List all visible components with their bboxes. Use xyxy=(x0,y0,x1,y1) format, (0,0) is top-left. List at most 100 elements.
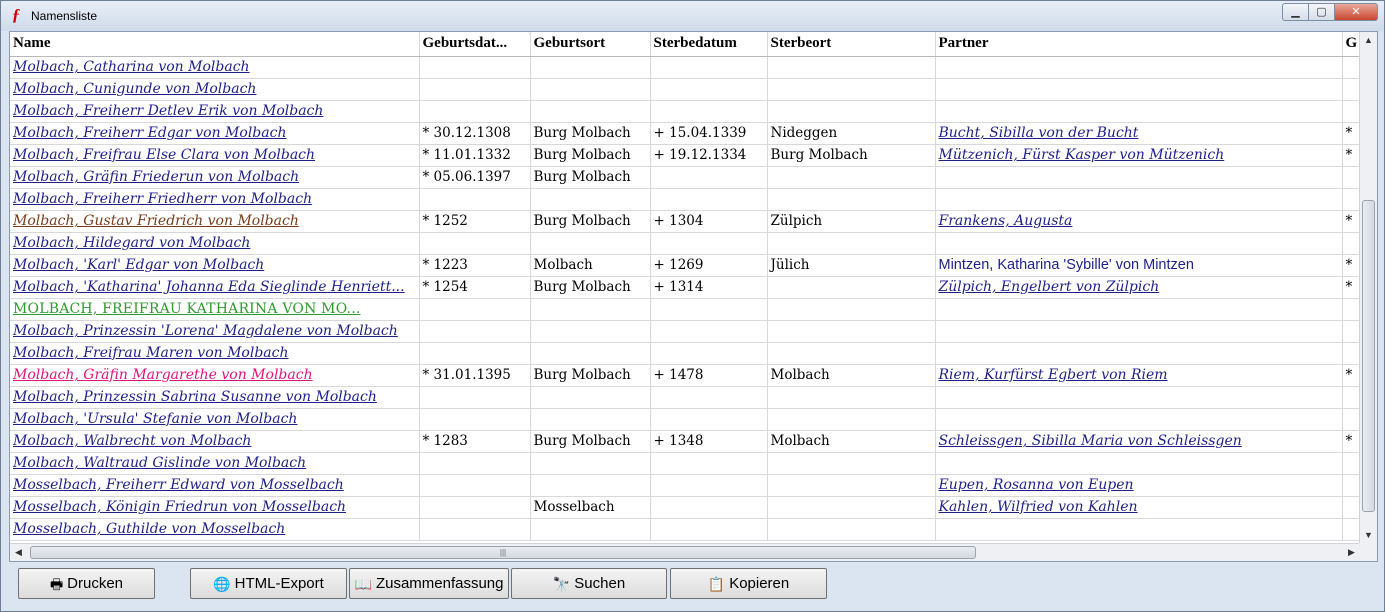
search-button[interactable]: 🔭 Suchen xyxy=(511,568,667,599)
table-row[interactable]: Molbach, 'Ursula' Stefanie von Molbach xyxy=(10,408,1360,431)
name-cell: Mosselbach, Guthilde von Mosselbach xyxy=(10,518,420,541)
table-row[interactable]: Molbach, Gustav Friedrich von Molbach * 1… xyxy=(10,210,1360,233)
partner-cell xyxy=(935,298,1343,321)
partner-name-link[interactable]: Zülpich, Engelbert von Zülpich xyxy=(939,279,1160,295)
table-row[interactable]: MOLBACH, FREIFRAU KATHARINA VON MO... xyxy=(10,298,1360,321)
table-row[interactable]: Molbach, Freiherr Friedherr von Molbach xyxy=(10,188,1360,211)
person-name-link[interactable]: Molbach, Catharina von Molbach xyxy=(13,59,250,75)
horizontal-scroll-thumb[interactable]: ||| xyxy=(30,546,976,559)
column-header-death-place[interactable]: Sterbeort xyxy=(767,32,936,57)
summary-button[interactable]: 📖 Zusammenfassung xyxy=(349,568,509,599)
death-cell xyxy=(650,166,768,189)
table-row[interactable]: Molbach, Freiherr Detlev Erik von Molbac… xyxy=(10,100,1360,123)
person-name-link[interactable]: Molbach, 'Katharina' Johanna Eda Sieglin… xyxy=(13,279,405,295)
death-cell xyxy=(650,100,768,123)
person-name-link[interactable]: Molbach, Prinzessin 'Lorena' Magdalene v… xyxy=(13,323,398,339)
birth-cell: * 1252 xyxy=(419,210,531,233)
table-row[interactable]: Molbach, Hildegard von Molbach xyxy=(10,232,1360,255)
table-row[interactable]: Molbach, Prinzessin Sabrina Susanne von … xyxy=(10,386,1360,409)
death-cell xyxy=(650,496,768,519)
person-name-link[interactable]: Molbach, Gustav Friedrich von Molbach xyxy=(13,213,299,229)
person-name-link[interactable]: Molbach, Freiherr Detlev Erik von Molbac… xyxy=(13,103,323,119)
table-row[interactable]: Molbach, Freifrau Else Clara von Molbach… xyxy=(10,144,1360,167)
table-row[interactable]: Molbach, 'Katharina' Johanna Eda Sieglin… xyxy=(10,276,1360,299)
column-header-name[interactable]: Name xyxy=(10,32,420,57)
deathplace-cell: Molbach xyxy=(767,430,936,453)
table-row[interactable]: Molbach, Gräfin Friederun von Molbach * 0… xyxy=(10,166,1360,189)
birthplace-cell: Burg Molbach xyxy=(530,430,651,453)
person-name-link[interactable]: Molbach, 'Karl' Edgar von Molbach xyxy=(13,257,264,273)
name-cell: Molbach, Freifrau Maren von Molbach xyxy=(10,342,420,365)
partner-name-link[interactable]: Kahlen, Wilfried von Kahlen xyxy=(939,499,1138,515)
column-header-death-date[interactable]: Sterbedatum xyxy=(650,32,768,57)
death-cell: + 1314 xyxy=(650,276,768,299)
name-cell: Molbach, Cunigunde von Molbach xyxy=(10,78,420,101)
close-button[interactable]: ✕ xyxy=(1334,3,1378,21)
person-name-link[interactable]: Molbach, Walbrecht von Molbach xyxy=(13,433,251,449)
copy-button[interactable]: 📋 Kopieren xyxy=(670,568,827,599)
person-name-link[interactable]: Molbach, Freiherr Edgar von Molbach xyxy=(13,125,286,141)
person-name-link[interactable]: Molbach, Cunigunde von Molbach xyxy=(13,81,256,97)
table-row[interactable]: Molbach, Walbrecht von Molbach * 1283 Burg… xyxy=(10,430,1360,453)
death-cell xyxy=(650,56,768,79)
partner-name-link[interactable]: Bucht, Sibilla von der Bucht xyxy=(939,125,1139,141)
partner-name-link[interactable]: Mützenich, Fürst Kasper von Mützenich xyxy=(939,147,1225,163)
person-name-link[interactable]: Mosselbach, Freiherr Edward von Mosselba… xyxy=(13,477,344,493)
partner-name-link[interactable]: Eupen, Rosanna von Eupen xyxy=(939,477,1134,493)
name-cell: Mosselbach, Freiherr Edward von Mosselba… xyxy=(10,474,420,497)
table-row[interactable]: Molbach, Prinzessin 'Lorena' Magdalene v… xyxy=(10,320,1360,343)
maximize-button[interactable]: ▢ xyxy=(1308,3,1334,21)
title-bar[interactable]: ƒ Namensliste ▁ ▢ ✕ xyxy=(1,1,1384,31)
deathplace-cell xyxy=(767,298,936,321)
birthplace-cell: Burg Molbach xyxy=(530,166,651,189)
column-header-extra[interactable]: G xyxy=(1342,32,1360,57)
column-header-partner[interactable]: Partner xyxy=(935,32,1343,57)
scroll-up-icon[interactable]: ▲ xyxy=(1360,32,1377,49)
print-button[interactable]: 🖶 Drucken xyxy=(18,568,155,599)
birthplace-cell xyxy=(530,78,651,101)
person-name-link[interactable]: MOLBACH, FREIFRAU KATHARINA VON MO... xyxy=(13,301,361,317)
scroll-left-icon[interactable]: ◀ xyxy=(10,544,27,561)
person-name-link[interactable]: Mosselbach, Guthilde von Mosselbach xyxy=(13,521,285,537)
horizontal-scrollbar[interactable]: ◀ ||| ▶ xyxy=(10,543,1360,561)
scroll-down-icon[interactable]: ▼ xyxy=(1360,527,1377,544)
table-row[interactable]: Molbach, Waltraud Gislinde von Molbach xyxy=(10,452,1360,475)
table-row[interactable]: Molbach, Gräfin Margarethe von Molbach * … xyxy=(10,364,1360,387)
table-row[interactable]: Molbach, Cunigunde von Molbach xyxy=(10,78,1360,101)
person-name-link[interactable]: Molbach, Gräfin Friederun von Molbach xyxy=(13,169,299,185)
column-header-birth-place[interactable]: Geburtsort xyxy=(530,32,651,57)
partner-name-link[interactable]: Frankens, Augusta xyxy=(939,213,1073,229)
table-row[interactable]: Mosselbach, Guthilde von Mosselbach xyxy=(10,518,1360,541)
person-name-link[interactable]: Mosselbach, Königin Friedrun von Mosselb… xyxy=(13,499,346,515)
column-header-birth-date[interactable]: Geburtsdat... xyxy=(419,32,531,57)
table-row[interactable]: Mosselbach, Freiherr Edward von Mosselba… xyxy=(10,474,1360,497)
table-row[interactable]: Molbach, Catharina von Molbach xyxy=(10,56,1360,79)
person-name-link[interactable]: Molbach, Prinzessin Sabrina Susanne von … xyxy=(13,389,377,405)
deathplace-cell xyxy=(767,320,936,343)
table-row[interactable]: Molbach, Freiherr Edgar von Molbach * 30.… xyxy=(10,122,1360,145)
partner-name-link[interactable]: Riem, Kurfürst Egbert von Riem xyxy=(939,367,1168,383)
person-name-link[interactable]: Molbach, Freiherr Friedherr von Molbach xyxy=(13,191,312,207)
vertical-scroll-thumb[interactable] xyxy=(1362,200,1375,512)
partner-name-link[interactable]: Schleissgen, Sibilla Maria von Schleissg… xyxy=(939,433,1242,449)
scroll-right-icon[interactable]: ▶ xyxy=(1343,544,1360,561)
person-name-link[interactable]: Molbach, Hildegard von Molbach xyxy=(13,235,250,251)
birth-cell xyxy=(419,496,531,519)
person-name-link[interactable]: Molbach, Freifrau Else Clara von Molbach xyxy=(13,147,315,163)
table-row[interactable]: Molbach, 'Karl' Edgar von Molbach * 1223 M… xyxy=(10,254,1360,277)
name-cell: Molbach, 'Katharina' Johanna Eda Sieglin… xyxy=(10,276,420,299)
person-name-link[interactable]: Molbach, Waltraud Gislinde von Molbach xyxy=(13,455,306,471)
table-row[interactable]: Mosselbach, Königin Friedrun von Mosselb… xyxy=(10,496,1360,519)
extra-cell xyxy=(1342,342,1360,365)
deathplace-cell xyxy=(767,78,936,101)
table-row[interactable]: Molbach, Freifrau Maren von Molbach xyxy=(10,342,1360,365)
person-name-link[interactable]: Molbach, Freifrau Maren von Molbach xyxy=(13,345,289,361)
minimize-button[interactable]: ▁ xyxy=(1282,3,1308,21)
person-name-link[interactable]: Molbach, Gräfin Margarethe von Molbach xyxy=(13,367,313,383)
vertical-scrollbar[interactable]: ▲ ▼ xyxy=(1359,32,1377,544)
person-name-link[interactable]: Molbach, 'Ursula' Stefanie von Molbach xyxy=(13,411,297,427)
html-export-button[interactable]: 🌐 HTML-Export xyxy=(190,568,347,599)
table-header-row: Name Geburtsdat... Geburtsort Sterbedatum St… xyxy=(10,32,1360,57)
table-body: Molbach, Catharina von Molbach Molbach, C… xyxy=(10,56,1360,541)
partner-name-link[interactable]: Mintzen, Katharina 'Sybille' von Mintzen xyxy=(939,257,1194,273)
